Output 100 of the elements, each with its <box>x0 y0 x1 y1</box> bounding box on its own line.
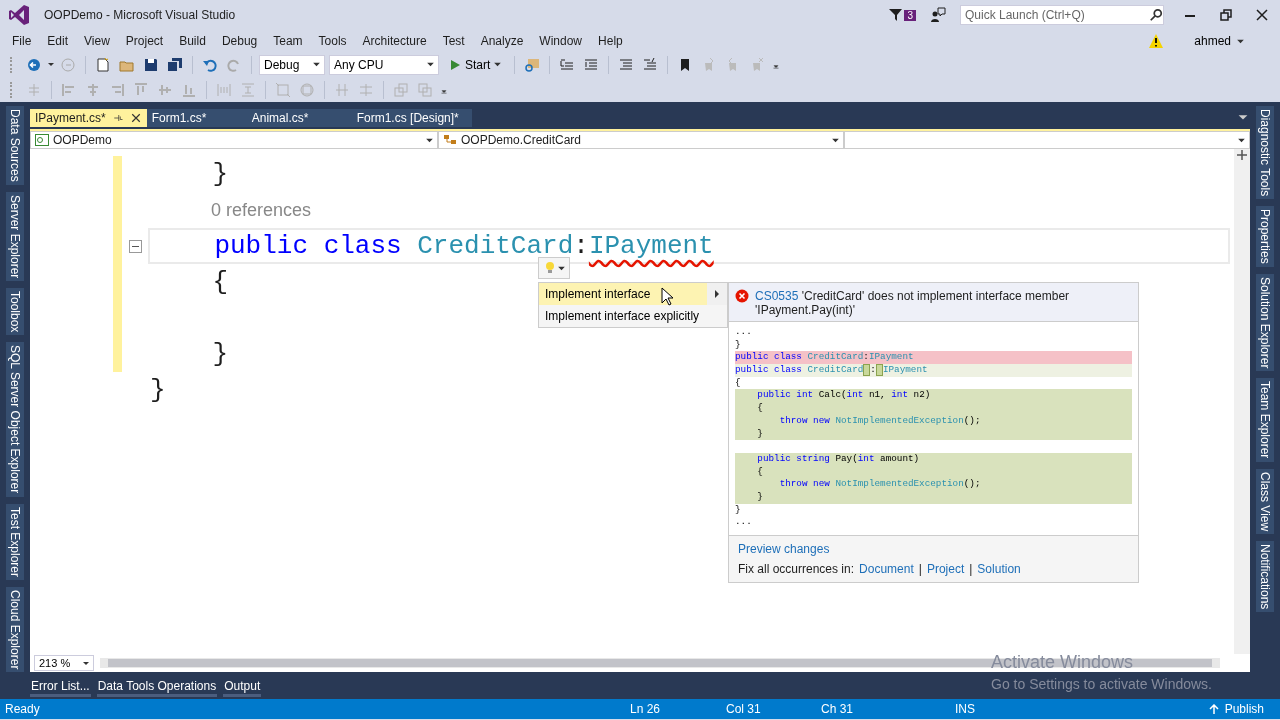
zoom-dropdown[interactable]: 213 % <box>34 655 94 671</box>
line-number: Ln 26 <box>630 702 662 716</box>
status-text: Ready <box>5 702 41 716</box>
document-tab[interactable]: Animal.cs* <box>246 109 352 127</box>
window-title: OOPDemo - Microsoft Visual Studio <box>44 8 236 22</box>
diff-line: } <box>735 503 742 517</box>
character-number: Ch 31 <box>821 702 855 716</box>
dropdown-caret-icon <box>557 265 565 271</box>
diff-line: } <box>735 338 742 352</box>
filter-icon <box>889 8 904 22</box>
insert-mode: INS <box>955 702 975 716</box>
publish-button[interactable]: Publish <box>1202 701 1270 717</box>
menu-item[interactable]: Help <box>590 34 631 48</box>
menu-item[interactable]: File <box>4 34 40 48</box>
menu-item[interactable]: Project <box>117 34 172 48</box>
diff-line: ... <box>735 326 753 339</box>
platform-dropdown[interactable]: Any CPU <box>329 54 439 75</box>
lightbulb-button[interactable] <box>538 257 570 279</box>
tool-window-tab[interactable]: Notifications <box>1256 540 1274 613</box>
activation-message: Go to Settings to activate Windows. <box>991 676 1212 692</box>
mouse-pointer-icon <box>661 287 673 306</box>
quick-action-item[interactable]: Implement interface <box>539 283 727 305</box>
code-line: } <box>211 339 228 369</box>
document-tab[interactable]: IPayment.cs* <box>30 109 147 127</box>
scope-link[interactable]: Project <box>926 562 965 576</box>
menu-item[interactable]: Window <box>531 34 591 48</box>
dropdown-caret-icon <box>48 62 54 67</box>
close-icon[interactable] <box>129 112 142 124</box>
configuration-dropdown[interactable]: Debug <box>259 54 325 75</box>
dropdown-caret-icon <box>1238 137 1245 143</box>
close-icon <box>1256 9 1268 21</box>
menu-item[interactable]: Edit <box>39 34 77 48</box>
column-number: Col 31 <box>726 702 762 716</box>
start-button[interactable]: Start <box>443 56 508 73</box>
separator-text: | <box>918 562 922 576</box>
scope-link[interactable]: Document <box>859 562 914 576</box>
split-plus-icon[interactable] <box>1236 149 1248 161</box>
fix-all-label: Fix all occurrences in: <box>738 562 855 576</box>
dropdown-caret-icon <box>832 137 839 143</box>
tool-window-tab[interactable]: Diagnostic Tools <box>1256 106 1274 200</box>
warning-icon[interactable] <box>1148 33 1165 49</box>
reference-count-link[interactable]: 0 references <box>211 199 312 220</box>
vertical-scrollbar[interactable] <box>1234 149 1250 654</box>
menu-item[interactable]: Debug <box>213 34 266 48</box>
code-line: { <box>211 267 228 297</box>
quick-launch-field[interactable]: Quick Launch (Ctrl+Q) <box>960 5 1164 25</box>
menu-item[interactable]: Test <box>434 34 473 48</box>
tool-window-tab[interactable]: Server Explorer <box>6 191 24 282</box>
tool-window-tab[interactable]: Class View <box>1256 468 1274 534</box>
type-dropdown[interactable]: OOPDemo.CreditCard <box>438 131 844 149</box>
activation-title: Activate Windows <box>991 652 1135 673</box>
document-tab[interactable]: Form1.cs* <box>146 109 247 127</box>
error-message: CS0535 'CreditCard' does not implement interface member 'IPayment.Pay(int)' <box>755 289 1071 317</box>
menu-item[interactable]: View <box>76 34 118 48</box>
tool-window-tab[interactable]: Solution Explorer <box>1256 273 1274 372</box>
menu-item[interactable]: Tools <box>310 34 355 48</box>
up-arrow-icon <box>1208 704 1219 714</box>
tool-window-tab[interactable]: Toolbox <box>6 288 24 336</box>
menu-item[interactable]: Team <box>265 34 311 48</box>
dropdown-caret-icon <box>1237 38 1244 44</box>
collapse-toggle[interactable] <box>128 239 142 253</box>
diff-line: { <box>735 376 742 390</box>
restore-icon <box>1220 9 1232 21</box>
notifications-button[interactable]: 3 <box>889 8 916 22</box>
feedback-person-icon[interactable] <box>930 7 946 23</box>
tool-window-tab[interactable]: Properties <box>1256 206 1274 267</box>
submenu-arrow-icon <box>714 290 720 298</box>
dropdown-caret-icon <box>426 137 433 143</box>
tool-window-tab[interactable]: Cloud Explorer <box>6 586 24 673</box>
dropdown-caret-icon <box>494 62 502 67</box>
project-dropdown[interactable]: OOPDemo <box>30 131 438 149</box>
menu-item[interactable]: Architecture <box>354 34 435 48</box>
tool-window-tab[interactable]: SQL Server Object Explorer <box>6 342 24 497</box>
dropdown-caret-icon <box>427 62 434 67</box>
play-icon <box>449 58 461 71</box>
scope-link[interactable]: Solution <box>977 562 1021 576</box>
quick-action-item[interactable]: Implement interface explicitly <box>539 305 727 327</box>
csharp-project-icon <box>35 134 49 146</box>
tool-window-tab[interactable]: Test Explorer <box>6 503 24 580</box>
search-icon <box>1149 8 1163 22</box>
dropdown-caret-icon <box>313 62 320 67</box>
separator-text: | <box>969 562 973 576</box>
class-icon <box>443 134 457 146</box>
menu-item[interactable]: Analyze <box>472 34 532 48</box>
code-line: } <box>150 375 166 405</box>
tool-window-tab[interactable]: Team Explorer <box>1256 378 1274 462</box>
error-code-link[interactable]: CS0535 <box>755 289 799 303</box>
dropdown-caret-icon <box>83 660 89 666</box>
error-icon <box>735 289 749 303</box>
document-tab[interactable]: Form1.cs [Design]* <box>351 109 472 127</box>
user-menu[interactable]: ahmed <box>1188 33 1250 49</box>
pin-icon[interactable] <box>111 112 124 124</box>
visual-studio-logo <box>8 4 30 26</box>
preview-changes-link[interactable]: Preview changes <box>738 542 1129 556</box>
lightbulb-icon <box>543 261 556 275</box>
menu-item[interactable]: Build <box>171 34 214 48</box>
tool-window-tab[interactable]: Data Sources <box>6 106 24 185</box>
diff-line: ... <box>735 516 753 529</box>
code-line: public class CreditCard:IPayment <box>213 231 714 261</box>
code-line: } <box>211 159 228 189</box>
